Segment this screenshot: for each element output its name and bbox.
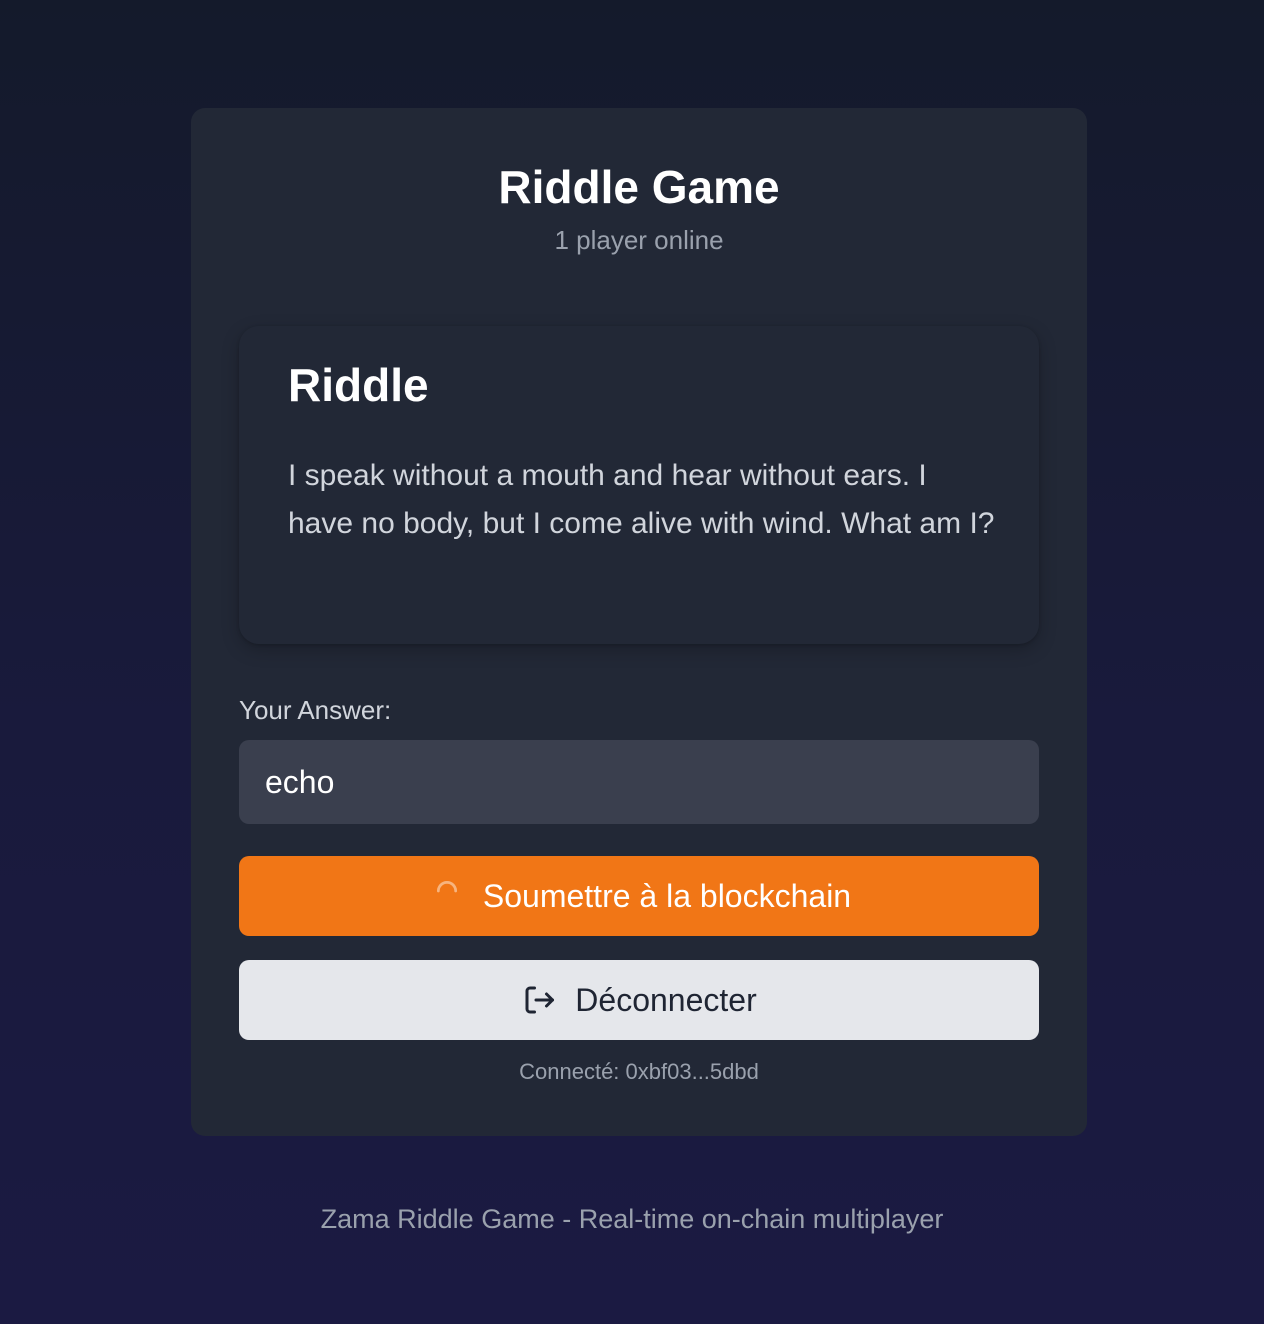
game-card: Riddle Game 1 player online Riddle I spe… [191, 108, 1087, 1136]
riddle-heading: Riddle [288, 359, 429, 411]
disconnect-button[interactable]: Déconnecter [239, 960, 1039, 1040]
submit-button-label: Soumettre à la blockchain [482, 878, 852, 914]
submit-to-blockchain-button[interactable]: Soumettre à la blockchain [239, 856, 1039, 936]
spinner-icon [436, 880, 458, 893]
answer-input[interactable] [239, 740, 1039, 824]
riddle-card: Riddle I speak without a mouth and hear … [239, 326, 1039, 644]
disconnect-button-label: Déconnecter [575, 982, 757, 1018]
riddle-text: I speak without a mouth and hear without… [288, 459, 995, 540]
logout-icon [525, 986, 555, 1014]
page-title: Riddle Game [498, 161, 780, 213]
connected-wallet-address: Connecté: 0xbf03...5dbd [519, 1059, 759, 1084]
players-online-count: 1 player online [554, 225, 724, 255]
footer-text: Zama Riddle Game - Real-time on-chain mu… [320, 1204, 944, 1234]
answer-label: Your Answer: [239, 695, 392, 725]
